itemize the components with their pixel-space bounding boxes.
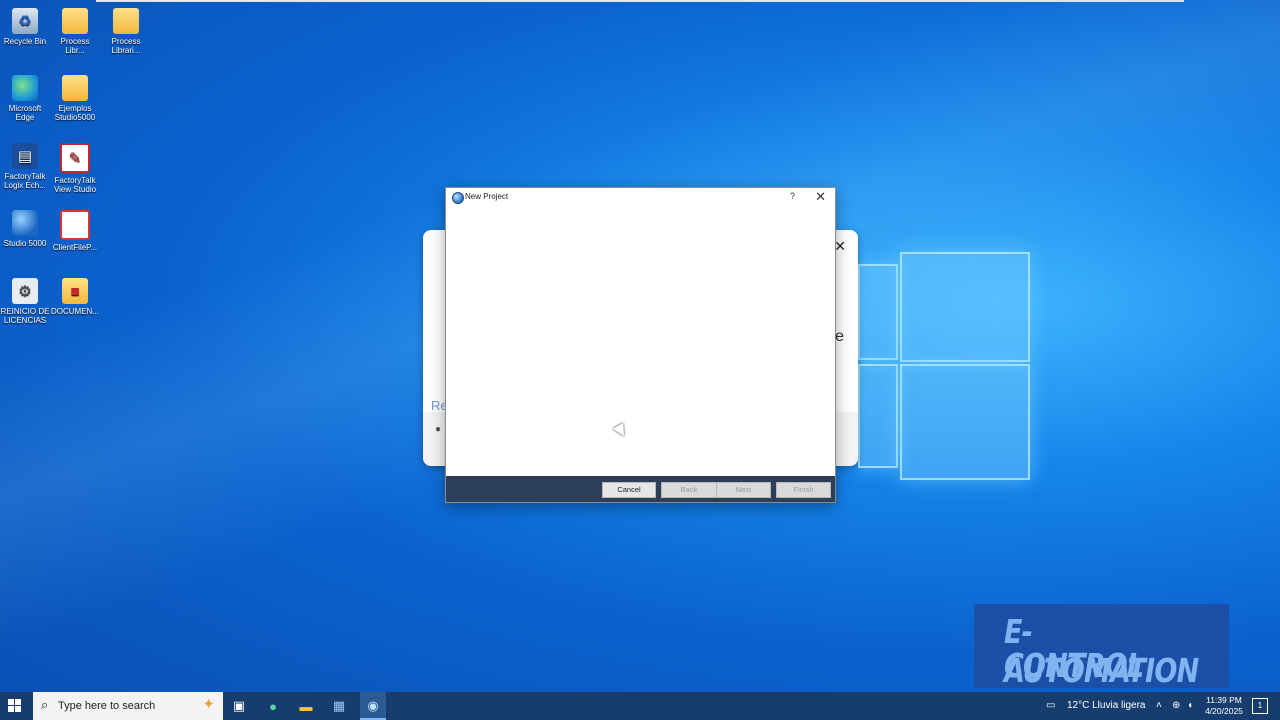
desktop-icon-reinicio-licencias[interactable]: ⚙ REINICIO DE LICENCIAS — [0, 278, 50, 325]
close-button[interactable]: ✕ — [815, 189, 826, 205]
search-highlight-icon: ✦ — [202, 696, 215, 713]
volume-icon[interactable]: ◖ — [1187, 700, 1193, 711]
file-explorer-icon[interactable]: ▬ — [296, 696, 316, 716]
folder-icon — [62, 75, 88, 101]
desktop-icon-factorytalk-view[interactable]: ✎ FactoryTalk View Studio — [50, 143, 100, 194]
notification-center-button[interactable]: 1 — [1252, 698, 1268, 714]
cancel-button[interactable]: Cancel — [602, 482, 656, 498]
background-small-icon: ● — [435, 424, 442, 435]
clock-time: 11:39 PM — [1206, 695, 1242, 705]
desktop-icon-ejemplos[interactable]: Ejemplos Studio5000 — [50, 75, 100, 122]
help-button[interactable]: ? — [790, 191, 795, 201]
search-placeholder: Type here to search — [58, 700, 156, 712]
dialog-title: New Project — [465, 192, 509, 201]
factorytalk-view-icon: ✎ — [60, 143, 90, 173]
desktop-icon-label: FactoryTalk Logix Ech... — [4, 172, 46, 190]
studio5000-icon: ◉ — [367, 698, 379, 713]
folder-icon: ■ — [62, 278, 88, 304]
desktop-icon-label: Studio 5000 — [3, 239, 47, 248]
store-icon[interactable]: ▦ — [329, 696, 349, 716]
finish-button[interactable]: Finish — [776, 482, 831, 498]
edge-taskbar-icon[interactable]: ● — [263, 696, 283, 716]
weather-icon[interactable]: ▭ — [1046, 700, 1055, 711]
top-edge-line — [96, 0, 1184, 2]
background-close-icon[interactable]: ✕ — [834, 238, 846, 255]
desktop-icon-label: DOCUMEN... — [51, 307, 99, 316]
folder-icon — [113, 8, 139, 34]
folder-icon — [62, 8, 88, 34]
recycle-bin-icon: ♻ — [12, 8, 38, 34]
desktop-icon-process-libraries[interactable]: Process Librari... — [101, 8, 151, 55]
network-icon[interactable]: ⊕ — [1172, 700, 1180, 711]
dialog-footer: Cancel Back Next Finish — [446, 476, 835, 502]
desktop-icon-recycle-bin[interactable]: ♻ Recycle Bin — [0, 8, 50, 46]
chevron-up-icon[interactable]: ˄ — [1156, 700, 1162, 711]
studio5000-icon — [12, 210, 38, 236]
factorytalk-logix-icon: ▤ — [12, 143, 38, 169]
desktop-icon-label: ClientFileP... — [52, 243, 98, 252]
desktop-icon-label: Process Librari... — [111, 37, 141, 55]
clock-date: 4/20/2025 — [1205, 706, 1243, 716]
desktop-icon-edge[interactable]: Microsoft Edge — [0, 75, 50, 122]
client-file-icon — [60, 210, 90, 240]
back-button[interactable]: Back — [661, 482, 717, 498]
desktop-icon-label: Process Libr... — [60, 37, 90, 55]
taskbar-search-box[interactable]: ⌕ Type here to search ✦ — [33, 692, 223, 720]
desktop-icon-label: Microsoft Edge — [8, 104, 42, 122]
start-button[interactable] — [8, 699, 22, 713]
desktop-icon-label: Recycle Bin — [3, 37, 47, 46]
desktop-icon-label: Ejemplos Studio5000 — [54, 104, 96, 122]
task-view-icon[interactable]: ▣ — [229, 696, 249, 716]
studio5000-app-icon — [452, 192, 464, 204]
background-partial-text: e — [835, 328, 844, 345]
new-project-dialog: New Project ? ✕ Cancel Back Next Finish — [445, 187, 836, 503]
desktop-icon-studio5000[interactable]: Studio 5000 — [0, 210, 50, 248]
desktop-icon-factorytalk-logix[interactable]: ▤ FactoryTalk Logix Ech... — [0, 143, 50, 190]
desktop-icon-client-file[interactable]: ClientFileP... — [50, 210, 100, 252]
search-icon: ⌕ — [41, 697, 49, 712]
windows-logo-wallpaper — [858, 242, 1030, 480]
desktop-icon-label: FactoryTalk View Studio — [53, 176, 97, 194]
e-automation-control-logo: E-AUTOMATION CONTROL — [974, 604, 1229, 690]
taskbar: ⌕ Type here to search ✦ ▣ ● ▬ ▦ ◉ ▭ 12°C… — [0, 692, 1280, 720]
desktop-icon-process-library[interactable]: Process Libr... — [50, 8, 100, 55]
shortcut-icon: ⚙ — [12, 278, 38, 304]
desktop-icon-documentos[interactable]: ■ DOCUMEN... — [50, 278, 100, 316]
dialog-titlebar: New Project ? ✕ — [446, 188, 835, 208]
desktop-icon-label: REINICIO DE LICENCIAS — [0, 307, 50, 325]
edge-icon — [12, 75, 38, 101]
studio5000-taskbar-button[interactable]: ◉ — [360, 692, 386, 720]
clock[interactable]: 11:39 PM 4/20/2025 — [1200, 695, 1248, 717]
weather-text[interactable]: 12°C Lluvia ligera — [1067, 700, 1146, 711]
next-button[interactable]: Next — [716, 482, 771, 498]
